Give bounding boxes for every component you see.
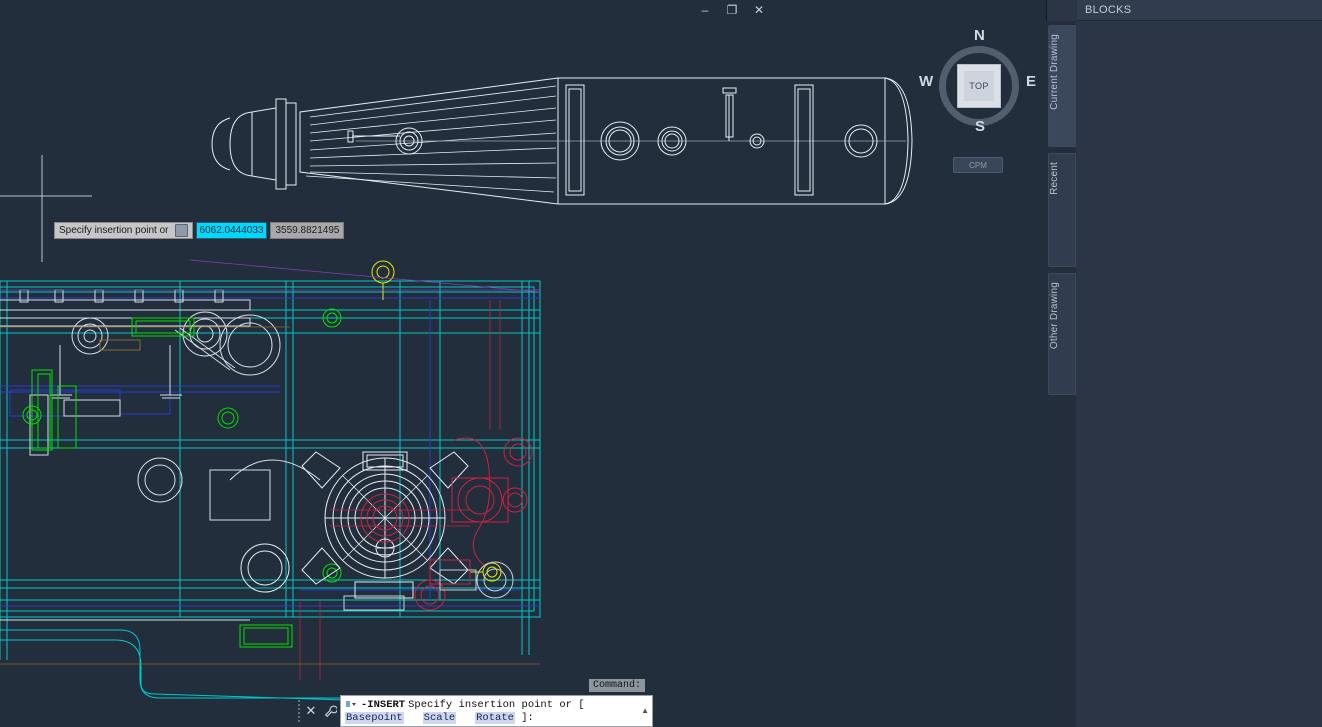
- compass-west-label[interactable]: W: [919, 73, 933, 90]
- plant-layout-drawing: [0, 259, 541, 707]
- command-prompt-suffix: ]:: [521, 711, 534, 724]
- vessel-drawing: [211, 77, 913, 205]
- autocad-window: – ❐ ✕ TOP N S W E CPM Specify insertion …: [0, 0, 1322, 727]
- command-history-expand-icon[interactable]: ▲: [641, 706, 649, 715]
- dynamic-input[interactable]: Specify insertion point or 6062.0444033 …: [54, 222, 345, 239]
- dynamic-input-prompt: Specify insertion point or: [54, 222, 193, 239]
- crosshair-cursor: [0, 155, 92, 262]
- compass-south-label[interactable]: S: [975, 118, 985, 135]
- command-tooltip: Command:: [589, 679, 646, 692]
- command-prompt-text: Specify insertion point or [: [408, 698, 585, 711]
- command-option-rotate[interactable]: Rotate: [475, 711, 515, 724]
- command-line-settings-icon[interactable]: [320, 695, 340, 727]
- radial-machine: [240, 451, 469, 599]
- dynamic-input-y-field[interactable]: 3559.8821495: [270, 222, 345, 239]
- command-option-basepoint[interactable]: Basepoint: [345, 711, 404, 724]
- palette-vertical-tabs: Current Drawing Recent Other Drawing: [1046, 21, 1076, 727]
- drawing-geometry: [0, 77, 913, 707]
- dynamic-input-x-field[interactable]: 6062.0444033: [195, 222, 268, 239]
- compass-east-label[interactable]: E: [1026, 73, 1036, 90]
- drawing-canvas[interactable]: – ❐ ✕ TOP N S W E CPM Specify insertion …: [0, 0, 1046, 727]
- ucs-dropdown[interactable]: CPM: [953, 157, 1003, 173]
- palette-tab-current-drawing[interactable]: Current Drawing: [1048, 25, 1076, 147]
- palette-tab-other-drawing[interactable]: Other Drawing: [1048, 273, 1076, 395]
- palette-tab-recent[interactable]: Recent: [1048, 153, 1076, 267]
- close-button[interactable]: ✕: [751, 2, 767, 18]
- red-equipment: [299, 300, 533, 680]
- command-name: -INSERT: [361, 698, 406, 711]
- blocks-palette: BLOCKS Filter... ••• Current Drawing Blo…: [1046, 0, 1322, 727]
- palette-tab-label: Other Drawing: [1049, 282, 1060, 350]
- minimize-button[interactable]: –: [697, 2, 713, 18]
- dynamic-input-prompt-text: Specify insertion point or: [59, 225, 169, 236]
- palette-tab-label: Current Drawing: [1049, 34, 1060, 110]
- dynamic-input-options-icon[interactable]: [174, 224, 188, 237]
- command-input[interactable]: -INSERT Specify insertion point or [ Bas…: [340, 695, 653, 727]
- viewcube-top-face[interactable]: TOP: [957, 64, 1001, 108]
- command-line-close-icon[interactable]: ✕: [302, 695, 320, 727]
- restore-button[interactable]: ❐: [724, 2, 740, 18]
- window-controls[interactable]: – ❐ ✕: [697, 2, 767, 18]
- command-prompt-icon: [345, 700, 358, 710]
- palette-title: BLOCKS: [1077, 0, 1322, 21]
- command-option-scale[interactable]: Scale: [422, 711, 457, 724]
- viewcube[interactable]: TOP N S W E: [919, 27, 1036, 140]
- compass-north-label[interactable]: N: [974, 27, 985, 44]
- command-line-bar[interactable]: ✕ -INSERT Specify insertion point or [ B…: [296, 695, 653, 727]
- palette-tab-label: Recent: [1049, 162, 1060, 195]
